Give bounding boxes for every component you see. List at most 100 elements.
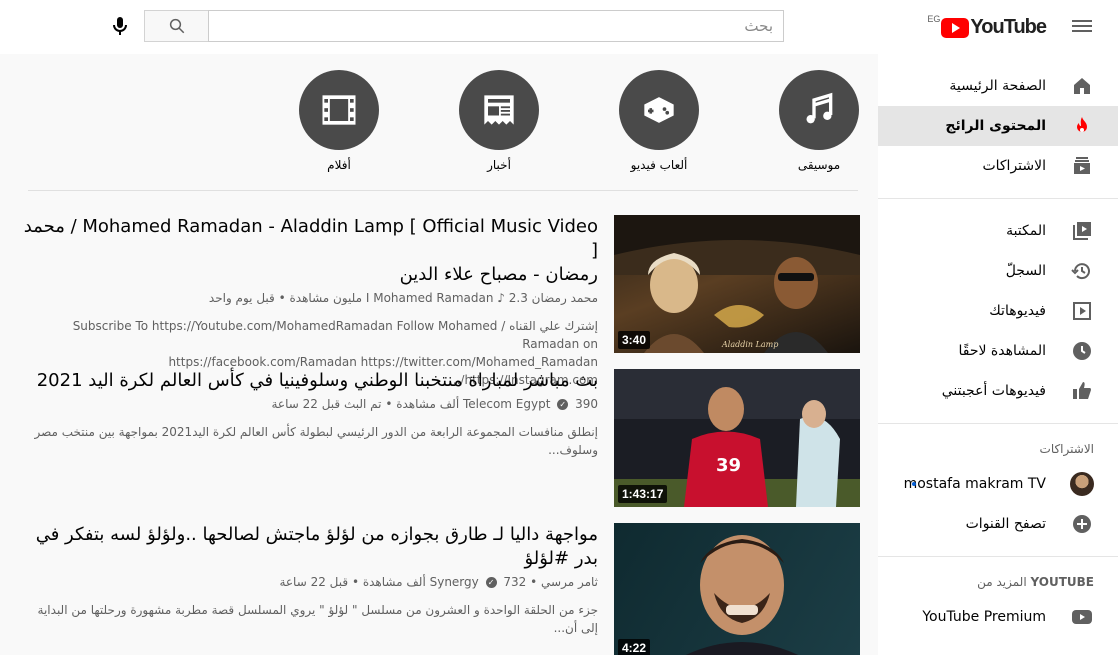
category-gaming[interactable]: ألعاب فيديو (609, 70, 709, 172)
description-line: إشترك علي القناه / Subscribe To https://… (72, 319, 598, 351)
category-label: أفلام (327, 158, 351, 172)
category-label: ألعاب فيديو (630, 158, 688, 172)
channel-name[interactable]: Synergy (430, 575, 479, 589)
thumbnail-image (685, 535, 799, 655)
newspaper-icon (484, 95, 514, 125)
sidebar-item-home[interactable]: الصفحة الرئيسية (878, 66, 1118, 106)
sidebar-item-label: السجلّ (1005, 263, 1046, 279)
video-thumbnail[interactable]: 39 1:43:17 (614, 369, 860, 507)
search-icon (169, 18, 184, 34)
video-item[interactable]: 4:22 مواجهة داليا لـ طارق بجوازه من لؤلؤ… (18, 523, 860, 655)
library-icon (1073, 222, 1091, 240)
verified-icon: ✓ (557, 399, 569, 410)
svg-text:Aladdin Lamp: Aladdin Lamp (721, 340, 778, 349)
your-videos-icon (1073, 302, 1091, 320)
sidebar-item-watch-later[interactable]: المشاهدة لاحقًا (878, 331, 1118, 371)
home-icon (1074, 78, 1090, 94)
upload-age: قبل 22 ساعة (279, 575, 349, 589)
category-music[interactable]: موسيقى (769, 70, 869, 172)
video-meta: ثامر مرسي • Synergy ✓ 732 ألف مشاهدة • ق… (279, 575, 598, 589)
video-title[interactable]: مواجهة داليا لـ طارق بجوازه من لؤلؤ ماجت… (18, 523, 598, 571)
divider (878, 556, 1118, 557)
verified-icon: ✓ (485, 577, 497, 588)
sidebar-item-label: الاشتراكات (982, 158, 1046, 174)
sidebar-item-label: تصفح القنوات (965, 516, 1046, 532)
channel-prefix: ثامر مرسي (541, 575, 598, 589)
channel-name[interactable]: محمد رمضان I Mohamed Ramadan (366, 291, 598, 305)
avatar (1070, 472, 1094, 496)
sidebar-item-label: YouTube Premium (922, 609, 1046, 625)
youtube-logo[interactable]: EG YouTube (927, 14, 1047, 39)
microphone-icon[interactable] (108, 14, 132, 38)
subscriptions-heading: الاشتراكات (1039, 442, 1094, 456)
category-label: أخبار (487, 158, 511, 172)
video-duration: 4:22 (618, 639, 651, 655)
youtube-icon (1072, 610, 1092, 624)
add-circle-icon (1073, 515, 1091, 533)
sidebar-item-trending[interactable]: المحتوى الرائج (878, 106, 1118, 146)
thumbnail-image: Aladdin Lamp (614, 215, 860, 353)
video-info: مواجهة داليا لـ طارق بجوازه من لؤلؤ ماجت… (18, 523, 598, 637)
upload-age: قبل يوم واحد (208, 291, 275, 305)
category-circle (619, 70, 699, 150)
video-thumbnail[interactable]: Aladdin Lamp 3:40 (614, 215, 860, 353)
sidebar: الصفحة الرئيسية المحتوى الرائج الاشتراكا… (878, 54, 1118, 655)
category-movies[interactable]: أفلام (289, 70, 389, 172)
video-duration: 1:43:17 (618, 485, 668, 503)
description-line: إنطلق منافسات المجموعة الرابعة من الدور … (34, 425, 598, 457)
divider (878, 423, 1118, 424)
video-description: جزء من الحلقة الواحدة و العشرون من مسلسل… (18, 601, 598, 637)
description-line: جزء من الحلقة الواحدة و العشرون من مسلسل… (37, 603, 598, 635)
watch-later-icon (1073, 342, 1091, 360)
sidebar-item-label: المكتبة (1006, 223, 1046, 239)
music-note-icon (806, 92, 833, 124)
video-description: إنطلق منافسات المجموعة الرابعة من الدور … (18, 423, 598, 459)
category-circle (299, 70, 379, 150)
gamepad-icon (644, 97, 674, 123)
sidebar-item-library[interactable]: المكتبة (878, 211, 1118, 251)
more-heading-brand: YOUTUBE (1030, 575, 1094, 589)
video-duration: 3:40 (618, 331, 651, 349)
video-item[interactable]: 39 1:43:17 بث مباشر لمباراة منتخبنا الوط… (18, 369, 860, 507)
music-note-icon: ♪ (497, 291, 505, 305)
video-title-line: محمد / Mohamed Ramadan - Aladdin Lamp [ … (23, 216, 598, 261)
film-icon (322, 95, 356, 125)
subscriptions-icon (1074, 157, 1090, 174)
sidebar-item-label: المشاهدة لاحقًا (958, 343, 1046, 359)
sidebar-item-subscriptions[interactable]: الاشتراكات (878, 146, 1118, 186)
category-label: موسيقى (797, 158, 841, 172)
category-circle (779, 70, 859, 150)
video-title[interactable]: محمد / Mohamed Ramadan - Aladdin Lamp [ … (18, 215, 598, 287)
sidebar-item-youtube-premium[interactable]: YouTube Premium (878, 597, 1118, 637)
main-content: موسيقى ألعاب فيديو أخبار أفلام Aladdin L… (0, 54, 878, 655)
sidebar-item-browse-channels[interactable]: تصفح القنوات (878, 504, 1118, 544)
menu-icon[interactable] (1072, 17, 1092, 37)
upload-age: تم البث قبل 22 ساعة (271, 397, 382, 411)
search-input[interactable]: بحث (208, 10, 784, 42)
sidebar-item-liked-videos[interactable]: فيديوهات أعجبتني (878, 371, 1118, 411)
channel-name[interactable]: Telecom Egypt (463, 397, 550, 411)
sidebar-item-your-videos[interactable]: فيديوهاتك (878, 291, 1118, 331)
divider (878, 198, 1118, 199)
video-meta: محمد رمضان I Mohamed Ramadan ♪ 2.3 مليون… (208, 291, 598, 305)
divider (28, 190, 858, 191)
region-label: EG (927, 14, 941, 24)
youtube-play-icon (941, 17, 970, 38)
sidebar-item-label: المحتوى الرائج (945, 118, 1046, 134)
video-meta: Telecom Egypt ✓ 390 ألف مشاهدة • تم البث… (271, 397, 598, 411)
video-info: بث مباشر لمباراة منتخبنا الوطني وسلوفيني… (18, 369, 598, 459)
search-button[interactable] (144, 10, 208, 42)
category-news[interactable]: أخبار (449, 70, 549, 172)
category-circle (459, 70, 539, 150)
video-item[interactable]: Aladdin Lamp 3:40 محمد / Mohamed Ramadan… (18, 215, 860, 387)
category-row: موسيقى ألعاب فيديو أخبار أفلام (0, 70, 878, 190)
history-icon (1071, 263, 1090, 280)
video-title[interactable]: بث مباشر لمباراة منتخبنا الوطني وسلوفيني… (18, 369, 598, 393)
sidebar-item-history[interactable]: السجلّ (878, 251, 1118, 291)
sidebar-item-label: الصفحة الرئيسية (949, 78, 1046, 94)
sidebar-item-channel[interactable]: mostafa makram TV (878, 464, 1118, 504)
sidebar-item-label: فيديوهات أعجبتني (941, 383, 1046, 399)
like-icon (1073, 382, 1091, 399)
video-thumbnail[interactable]: 4:22 (614, 523, 860, 655)
svg-text:39: 39 (716, 455, 741, 476)
